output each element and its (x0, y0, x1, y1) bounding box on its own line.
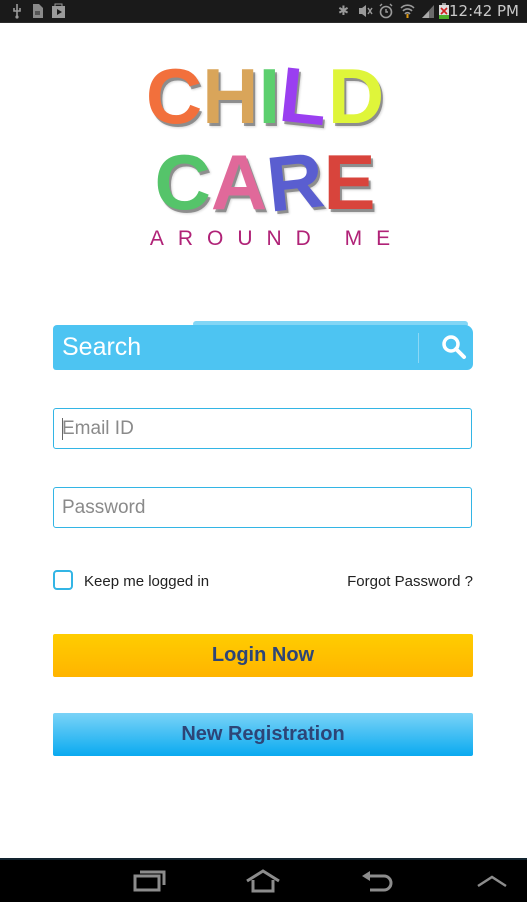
search-bar[interactable]: Search (53, 321, 473, 370)
clock: 12:42 PM (449, 2, 519, 20)
usb-icon (13, 4, 21, 19)
app-logo: C H I L D C A R E AROUND ME (130, 49, 400, 255)
logo-letter: E (323, 138, 376, 226)
logo-letter: C (154, 138, 211, 226)
logo-letter: H (202, 52, 259, 140)
home-icon[interactable] (245, 868, 281, 894)
logo-line-child: C H I L D (130, 49, 400, 143)
logo-subtitle: AROUND ME (149, 227, 405, 250)
email-field[interactable] (53, 408, 472, 449)
sd-card-icon (33, 4, 43, 18)
mute-icon (359, 5, 373, 17)
logo-line-care: C A R E (130, 135, 400, 229)
logo-letter: D (327, 52, 385, 140)
search-icon[interactable] (440, 333, 468, 361)
alarm-icon (379, 3, 393, 19)
logo-letter: C (145, 52, 203, 140)
logo-letter: L (275, 49, 333, 143)
text-cursor (62, 418, 63, 440)
password-input[interactable] (54, 488, 471, 527)
email-input[interactable] (54, 409, 471, 448)
navigation-bar (0, 858, 527, 902)
signal-icon (422, 5, 434, 18)
battery-icon (439, 3, 449, 19)
bluetooth-icon: ✱ (338, 3, 349, 18)
wifi-icon (400, 4, 415, 18)
recent-apps-icon[interactable] (132, 868, 168, 894)
status-bar: ✱ 12:42 PM (0, 0, 527, 23)
keep-logged-in-checkbox[interactable] (53, 570, 73, 590)
password-field[interactable] (53, 487, 472, 528)
menu-up-icon[interactable] (474, 868, 510, 894)
back-icon[interactable] (360, 868, 396, 894)
login-button[interactable]: Login Now (53, 634, 473, 677)
forgot-password-link[interactable]: Forgot Password ? (347, 573, 473, 590)
search-divider (418, 333, 419, 363)
search-placeholder[interactable]: Search (62, 334, 141, 360)
logo-letter: R (262, 135, 328, 229)
logo-letter: A (210, 138, 268, 226)
new-registration-button[interactable]: New Registration (53, 713, 473, 756)
keep-logged-in-label[interactable]: Keep me logged in (84, 573, 209, 590)
play-store-icon (52, 3, 65, 18)
